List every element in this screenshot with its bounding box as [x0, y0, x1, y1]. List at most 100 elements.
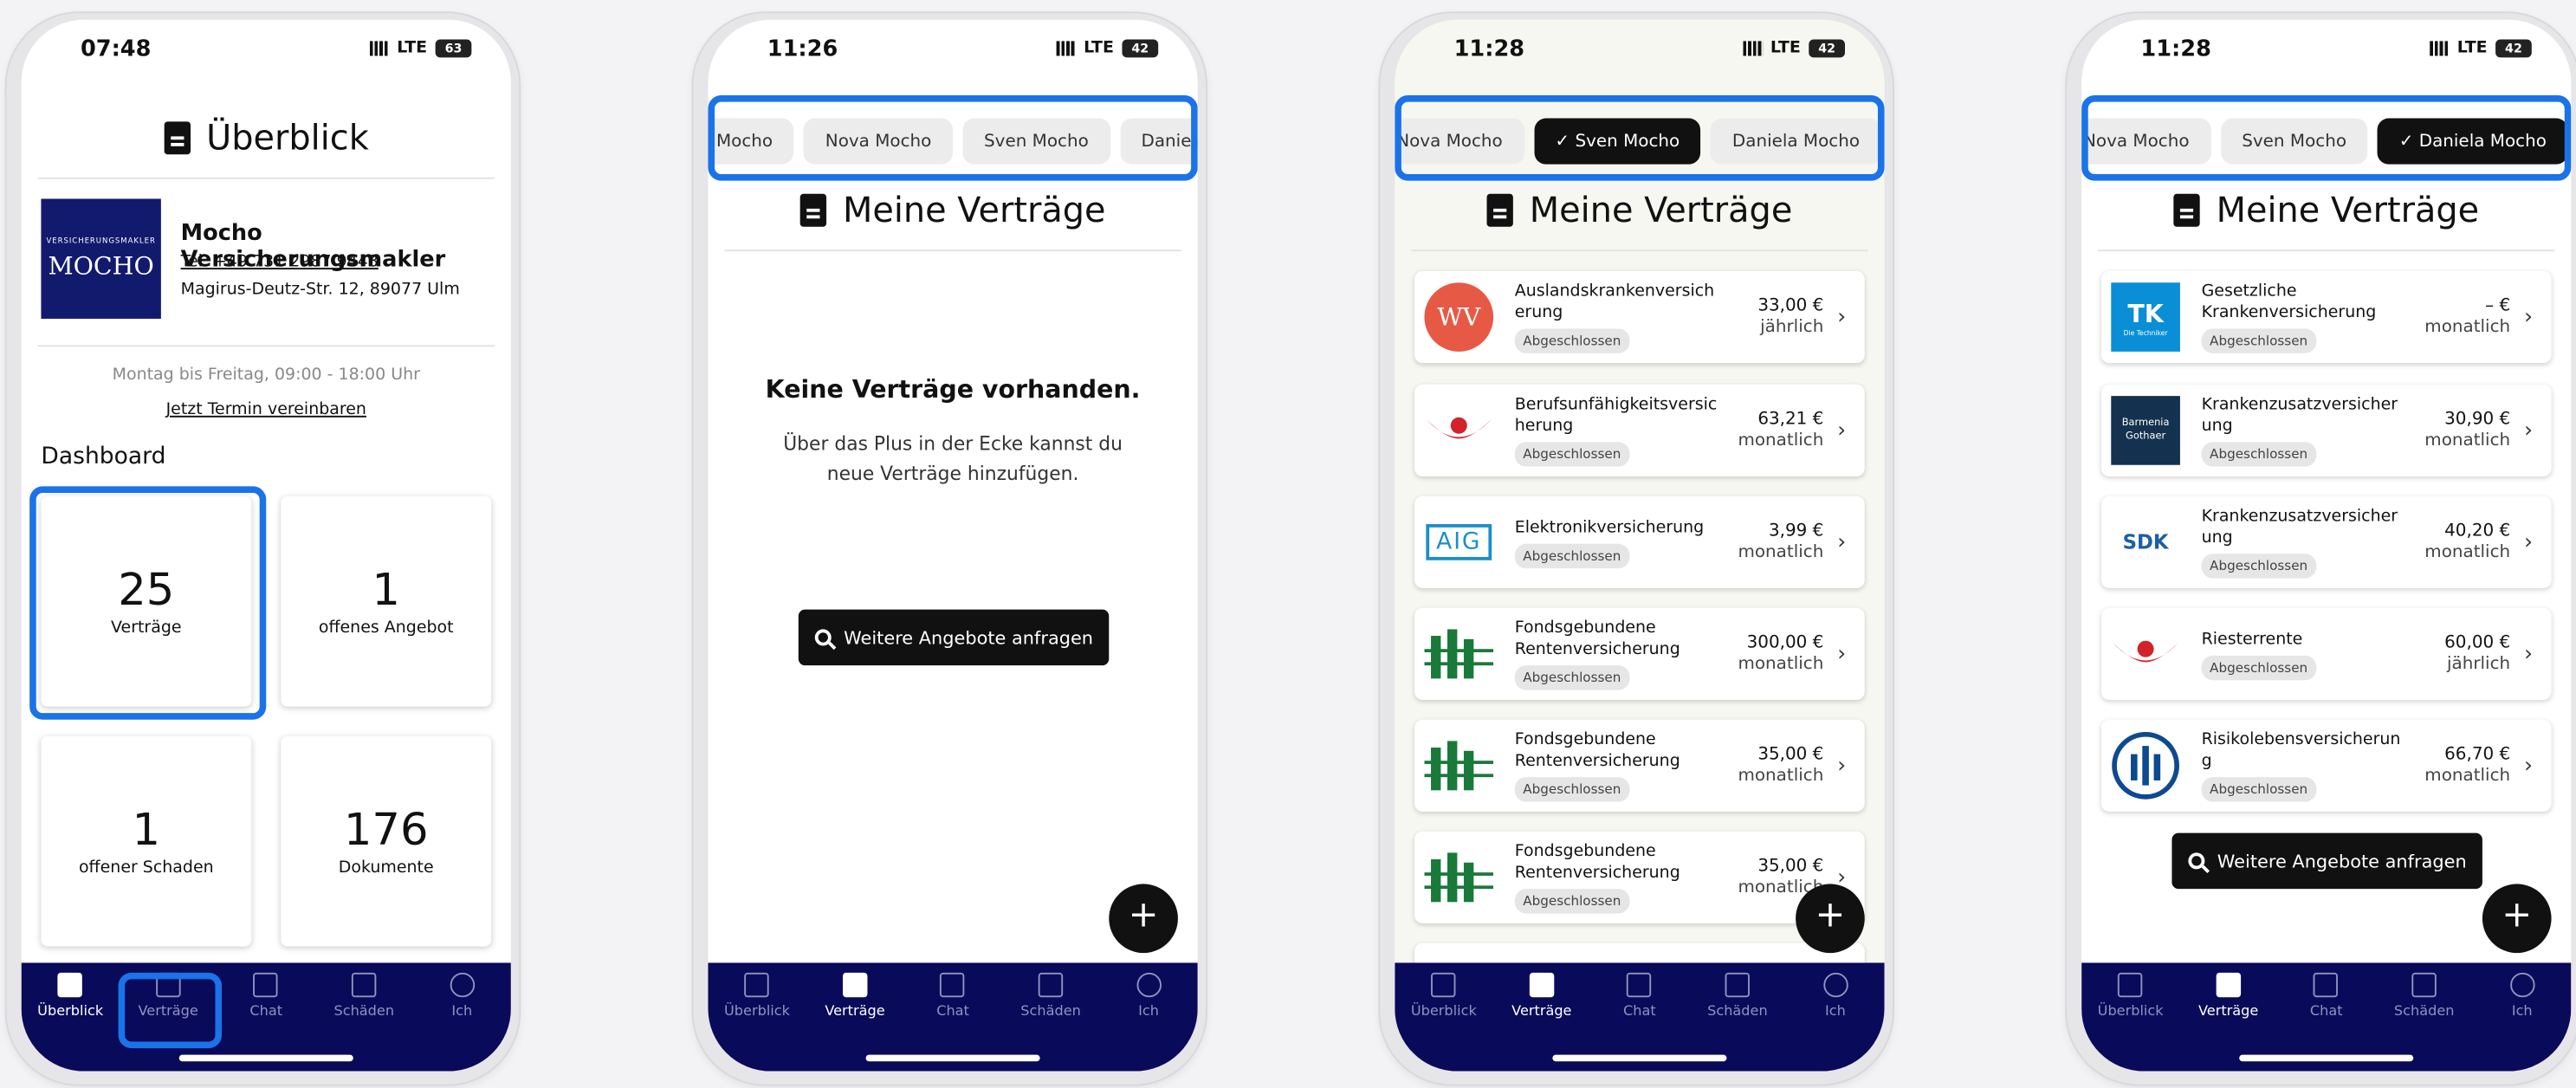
page-title: Meine Verträge [1395, 191, 1884, 230]
request-offers-button[interactable]: Weitere Angebote anfragen [2171, 832, 2482, 890]
tile-open-offer[interactable]: 1 offenes Angebot [281, 495, 492, 707]
contract-card[interactable]: Berufsunfähigkeitsversicherung Abgeschlos… [1414, 384, 1865, 477]
chat-icon [2314, 972, 2339, 998]
tile-count: 1 [372, 565, 401, 617]
chip-person-selected[interactable]: ✓ Sven Mocho [1533, 118, 1701, 165]
tab-me[interactable]: Ich [413, 972, 511, 1072]
chevron-right-icon: › [2524, 753, 2533, 779]
contract-card[interactable]: SDK Krankenzusatzversicherung Abgeschloss… [2100, 495, 2552, 589]
contract-name: Riesterrente [2201, 630, 2303, 649]
add-contract-button[interactable]: + [1796, 884, 1865, 954]
status-badge: Abgeschlossen [2201, 328, 2316, 353]
chart-icon [1038, 972, 1064, 998]
contract-period: monatlich [1738, 541, 1824, 562]
button-label: Weitere Angebote anfragen [844, 626, 1094, 649]
document-person-icon [2118, 972, 2143, 998]
chip-person[interactable]: Daniela Mocho [1711, 118, 1881, 165]
tab-label: Überblick [1410, 1003, 1477, 1020]
tile-open-claim[interactable]: 1 offener Schaden [41, 735, 252, 947]
battery-icon: 63 [435, 39, 472, 58]
tab-me[interactable]: Ich [2473, 972, 2571, 1072]
chat-icon [940, 972, 966, 998]
chip-person[interactable]: Nova Mocho [804, 118, 953, 165]
divider [2098, 249, 2555, 252]
chip-person-selected[interactable]: ✓ Daniela Mocho [2378, 118, 2568, 165]
tab-bar: Überblick Verträge Chat Schäden Ich [1395, 962, 1885, 1072]
tab-overview[interactable]: Überblick [708, 972, 806, 1072]
person-icon [450, 972, 475, 998]
phone-contracts-empty: 11:26 LTE 42 Mocho Nova Mocho Sven Mocho … [693, 13, 1207, 1085]
logo-graphic [1424, 852, 1494, 903]
contract-name: Gesetzliche Krankenversicherung [2201, 282, 2377, 322]
chip-person[interactable]: Mocho [708, 118, 794, 165]
contract-price: 35,00 € [1757, 744, 1824, 764]
tile-label: Verträge [111, 619, 182, 638]
contract-name: Krankenzusatzversicherung [2201, 396, 2398, 436]
contract-name: Auslandskrankenversicherung [1514, 282, 1715, 322]
page-title-text: Meine Verträge [2216, 191, 2480, 230]
search-icon [2187, 852, 2204, 870]
tab-overview[interactable]: Überblick [22, 972, 120, 1072]
tab-bar: Überblick Verträge Chat Schäden Ich [2081, 962, 2572, 1072]
tab-label: Verträge [825, 1003, 885, 1020]
contract-period: monatlich [2424, 765, 2511, 786]
tile-count: 25 [118, 565, 175, 617]
chip-person[interactable]: Sven Mocho [2220, 118, 2368, 165]
signal-icon [369, 41, 389, 56]
request-offers-button[interactable]: Weitere Angebote anfragen [798, 609, 1110, 666]
contract-card[interactable]: Barmenia Gothaer Krankenzusatzversicheru… [2100, 384, 2552, 477]
status-badge: Abgeschlossen [1514, 665, 1629, 690]
logo-text: WV [1424, 282, 1494, 352]
insurer-logo: AIG [1423, 506, 1495, 578]
status-time: 11:28 [1453, 36, 1525, 63]
logo-text: SDK [2122, 530, 2169, 554]
battery-icon: 42 [1809, 39, 1845, 58]
add-contract-button[interactable]: + [2482, 884, 2552, 954]
tab-me[interactable]: Ich [1786, 972, 1884, 1072]
chevron-right-icon: › [1837, 418, 1847, 444]
document-icon [842, 972, 868, 998]
contract-price: 60,00 € [2444, 632, 2511, 652]
insurer-logo [1423, 729, 1495, 801]
contract-price: 66,70 € [2444, 744, 2511, 764]
contract-card[interactable]: Risikolebensversicherung Abgeschlossen 66… [2100, 719, 2552, 812]
tile-label: offenes Angebot [318, 619, 454, 638]
divider [1411, 249, 1868, 252]
tab-overview[interactable]: Überblick [2081, 972, 2179, 1072]
chip-label: Daniela Mocho [2418, 131, 2547, 152]
chip-person[interactable]: Sven Mocho [962, 118, 1110, 165]
broker-phone-link[interactable]: Tel. +49 731 2987 9448 [181, 253, 379, 271]
contract-card[interactable]: Riesterrente Abgeschlossen 60,00 € jährlic… [2100, 607, 2552, 700]
contract-card[interactable]: Fondsgebundene Rentenversicherung Abgesch… [1414, 719, 1865, 812]
appointment-link[interactable]: Jetzt Termin vereinbaren [22, 401, 511, 419]
chip-person[interactable]: Daniela M [1119, 118, 1198, 165]
person-icon [1136, 972, 1162, 998]
add-contract-button[interactable]: + [1109, 884, 1178, 954]
tile-documents[interactable]: 176 Dokumente [281, 735, 492, 947]
network-label: LTE [1770, 39, 1801, 58]
contract-card[interactable]: AIG Elektronikversicherung Abgeschlossen … [1414, 495, 1865, 589]
broker-address: Magirus-Deutz-Str. 12, 89077 Ulm [180, 281, 460, 300]
contract-card[interactable]: TK Die Techniker Gesetzliche Krankenversi… [2100, 270, 2552, 364]
tab-label: Schäden [1020, 1003, 1081, 1020]
chip-person[interactable]: Nova Mocho [1395, 118, 1524, 165]
document-icon [2173, 193, 2200, 227]
tab-label: Chat [1623, 1003, 1656, 1020]
tab-overview[interactable]: Überblick [1395, 972, 1492, 1072]
tile-contracts[interactable]: 25 Verträge [41, 495, 252, 707]
chip-person[interactable]: Nova Mocho [2081, 118, 2211, 165]
contract-card[interactable]: Fondsgebundene Rentenversicherung Abgesch… [1414, 607, 1865, 700]
tab-me[interactable]: Ich [1100, 972, 1198, 1072]
status-badge: Abgeschlossen [2201, 777, 2316, 802]
chevron-right-icon: › [1837, 753, 1847, 779]
tab-label: Überblick [37, 1003, 104, 1020]
tab-label: Ich [1824, 1003, 1846, 1020]
document-icon [2216, 972, 2241, 998]
contract-card[interactable]: WV Auslandskrankenversicherung Abgeschlos… [1414, 270, 1865, 364]
tab-label: Chat [2309, 1003, 2343, 1020]
document-icon [1529, 972, 1555, 998]
person-chips: Mocho Nova Mocho Sven Mocho Daniela M [708, 102, 1198, 181]
document-person-icon [744, 972, 770, 998]
divider [37, 177, 495, 179]
contract-price: – € [2485, 295, 2511, 316]
